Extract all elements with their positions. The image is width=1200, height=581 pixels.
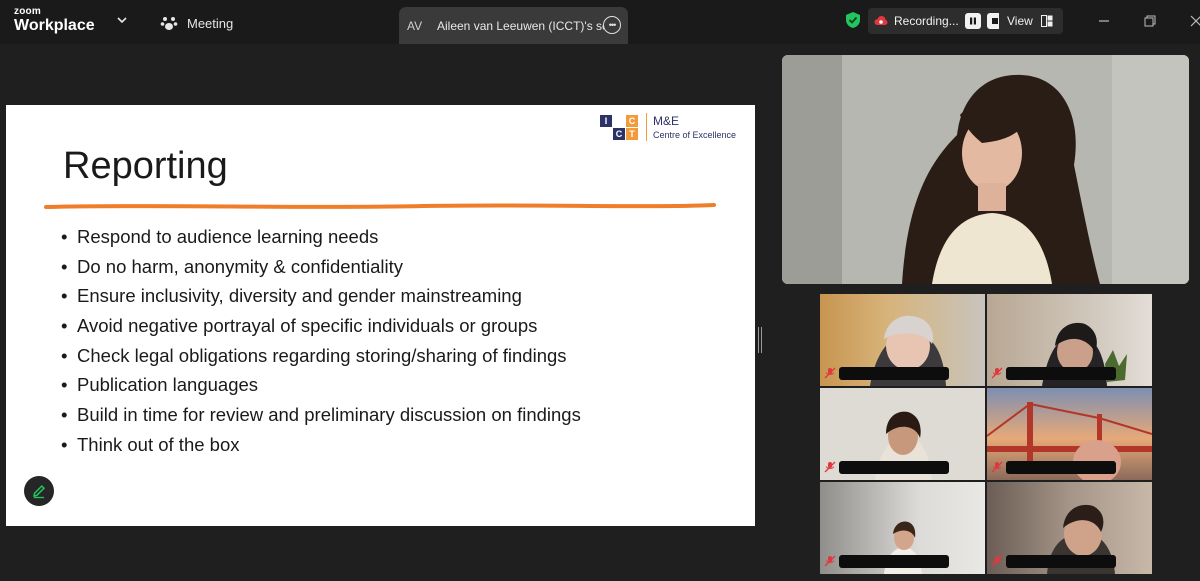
bullet-item: • Publication languages [61, 370, 581, 400]
bullet-text: Avoid negative portrayal of specific ind… [77, 315, 538, 337]
bullet-text: Do no harm, anonymity & confidentiality [77, 255, 403, 277]
icct-logo: I C C T M&E Centre of Excellence [600, 113, 736, 141]
recording-indicator[interactable]: Recording... [868, 8, 1009, 34]
bullet-item: • Avoid negative portrayal of specific in… [61, 311, 581, 341]
logo-letter: T [626, 127, 638, 140]
participant-tile[interactable] [820, 294, 985, 386]
more-options-icon[interactable]: ••• [603, 16, 621, 34]
redacted-name-bar [1006, 460, 1116, 474]
bullet-item: • Respond to audience learning needs [61, 222, 581, 252]
bullet-item: • Do no harm, anonymity & confidentiality [61, 252, 581, 282]
pause-recording-button[interactable] [964, 13, 981, 29]
participant-name [991, 366, 1116, 380]
logo-letter: C [613, 127, 625, 140]
participant-tile[interactable] [820, 388, 985, 480]
participant-grid [820, 294, 1152, 574]
speaker-video-frame [782, 55, 1189, 284]
bullet-text: Respond to audience learning needs [77, 226, 379, 247]
redacted-name-bar [839, 460, 949, 474]
close-icon[interactable] [1188, 13, 1200, 29]
pause-icon [969, 17, 976, 25]
orange-brush-divider [44, 203, 716, 209]
view-button[interactable]: View [999, 8, 1063, 34]
pencil-icon [33, 484, 46, 499]
redacted-name-bar [1006, 366, 1116, 380]
annotate-button[interactable] [24, 476, 54, 506]
bullet-text: Think out of the box [77, 433, 240, 455]
bullet-item: • Think out of the box [61, 430, 581, 460]
bullet-dot: • [61, 315, 68, 337]
redacted-name-bar [1006, 554, 1116, 568]
bullet-text: Ensure inclusivity, diversity and gender… [77, 285, 522, 307]
muted-microphone-icon [824, 461, 836, 473]
layout-grid-icon [1040, 15, 1053, 27]
muted-microphone-icon [991, 555, 1003, 567]
active-speaker-video[interactable] [782, 55, 1189, 284]
muted-microphone-icon [991, 461, 1003, 473]
bullet-dot: • [61, 404, 68, 426]
logo-letter: I [600, 114, 612, 127]
muted-microphone-icon [824, 555, 836, 567]
redacted-name-bar [839, 366, 949, 380]
icct-logo-mark: I C C T [600, 114, 638, 140]
logo-divider [646, 113, 647, 141]
cloud-record-icon [874, 16, 888, 25]
bullet-list: • Respond to audience learning needs • Do … [61, 222, 581, 460]
participant-tile[interactable] [987, 482, 1152, 574]
bullet-dot: • [61, 433, 68, 455]
bullet-dot: • [61, 344, 68, 366]
participant-name [824, 460, 949, 474]
redacted-name-bar [839, 554, 949, 568]
muted-microphone-icon [991, 367, 1003, 379]
bullet-item: • Check legal obligations regarding stori… [61, 341, 581, 371]
minimize-icon[interactable] [1096, 13, 1112, 29]
window-controls [1096, 13, 1200, 29]
bullet-text: Build in time for review and preliminary… [77, 404, 581, 426]
participant-name [991, 554, 1116, 568]
title-bar: zoom Workplace Meeting AV Aileen van Lee… [0, 0, 1200, 44]
logo-title: M&E [653, 114, 680, 128]
shield-check-icon[interactable] [845, 11, 861, 29]
participant-tile[interactable] [987, 388, 1152, 480]
brand-zoom-text: zoom [14, 6, 41, 17]
logo-letter: C [626, 114, 638, 127]
meeting-button[interactable]: Meeting [160, 12, 233, 34]
brand-workplace-text: Workplace [14, 17, 95, 34]
participant-tile[interactable] [987, 294, 1152, 386]
recording-label: Recording... [894, 14, 959, 28]
bullet-dot: • [61, 255, 68, 277]
shared-screen-slide: I C C T M&E Centre of Excellence Reporti… [6, 105, 755, 526]
paw-icon [160, 17, 178, 30]
bullet-item: • Build in time for review and preliminar… [61, 400, 581, 430]
tab-title: Aileen van Leeuwen (ICCT)'s scree [437, 18, 604, 33]
bullet-text: Check legal obligations regarding storin… [77, 344, 567, 366]
participant-name [824, 366, 949, 380]
view-label: View [1007, 14, 1033, 28]
bullet-dot: • [61, 226, 68, 247]
participant-name [991, 460, 1116, 474]
logo-subtitle: Centre of Excellence [653, 130, 737, 140]
share-tab[interactable]: AV Aileen van Leeuwen (ICCT)'s scree ••• [399, 7, 628, 44]
muted-microphone-icon [824, 367, 836, 379]
bullet-item: • Ensure inclusivity, diversity and gende… [61, 281, 581, 311]
chevron-down-icon[interactable] [116, 14, 128, 26]
participant-name [824, 554, 949, 568]
restore-window-icon[interactable] [1142, 13, 1158, 29]
slide-title: Reporting [63, 145, 228, 187]
bullet-dot: • [61, 285, 68, 307]
bullet-dot: • [61, 374, 68, 396]
tab-initials: AV [407, 18, 423, 33]
participant-tile[interactable] [820, 482, 985, 574]
meeting-label: Meeting [187, 15, 234, 31]
bullet-text: Publication languages [77, 374, 259, 396]
zoom-workplace-logo: zoom Workplace [14, 7, 95, 34]
panel-resize-handle[interactable] [758, 327, 762, 353]
